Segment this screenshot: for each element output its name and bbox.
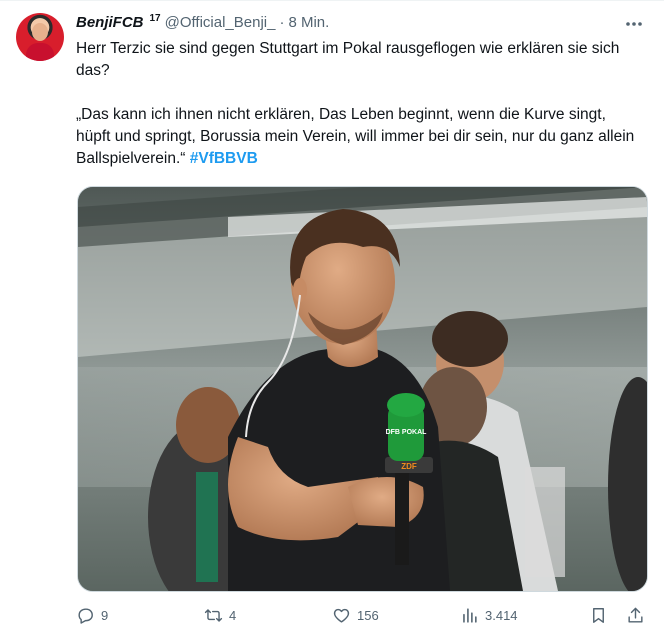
- avatar-shirt: [26, 43, 54, 61]
- tweet-paragraph-1: Herr Terzic sie sind gegen Stuttgart im …: [76, 40, 620, 79]
- microphone-brand: ZDF: [401, 462, 417, 471]
- views-button[interactable]: 3.414: [460, 599, 518, 631]
- hashtag-link[interactable]: #VfBBVB: [190, 150, 258, 167]
- separator: ·: [279, 14, 285, 31]
- repost-button[interactable]: 4: [204, 599, 236, 631]
- views-icon: [463, 607, 477, 623]
- bookmark-icon: [593, 607, 604, 623]
- tweet-paragraph-2: „Das kann ich ihnen nicht erklären, Das …: [76, 104, 636, 170]
- reply-icon: [78, 607, 93, 624]
- tweet-media-photo[interactable]: DFB POKAL ZDF: [77, 186, 648, 592]
- avatar[interactable]: [16, 13, 64, 61]
- views-count: 3.414: [485, 607, 518, 623]
- timestamp[interactable]: 8 Min.: [288, 14, 329, 31]
- tweet-header: BenjiFCB 17 @Official_Benji_ · 8 Min.: [76, 13, 329, 36]
- tweet[interactable]: BenjiFCB 17 @Official_Benji_ · 8 Min. He…: [0, 0, 664, 640]
- microphone-label: DFB POKAL: [386, 429, 428, 436]
- repost-icon: [204, 608, 223, 622]
- like-icon: [333, 608, 350, 623]
- avatar-face: [32, 23, 48, 41]
- more-icon[interactable]: [624, 17, 644, 29]
- name-badge: 17: [149, 13, 161, 24]
- display-name[interactable]: BenjiFCB: [76, 14, 144, 31]
- bookmark-button[interactable]: [589, 599, 608, 631]
- user-handle[interactable]: @Official_Benji_: [165, 14, 276, 31]
- reply-button[interactable]: 9: [76, 599, 108, 631]
- share-button[interactable]: [626, 599, 645, 631]
- reply-count: 9: [101, 607, 109, 623]
- tweet-actions: 9 4 156 3.414: [76, 599, 646, 631]
- like-count: 156: [357, 607, 379, 623]
- repost-count: 4: [229, 607, 237, 623]
- tweet-text: Herr Terzic sie sind gegen Stuttgart im …: [76, 38, 636, 170]
- like-button[interactable]: 156: [332, 599, 379, 631]
- share-icon: [628, 607, 643, 623]
- tweet-quote: „Das kann ich ihnen nicht erklären, Das …: [76, 106, 635, 167]
